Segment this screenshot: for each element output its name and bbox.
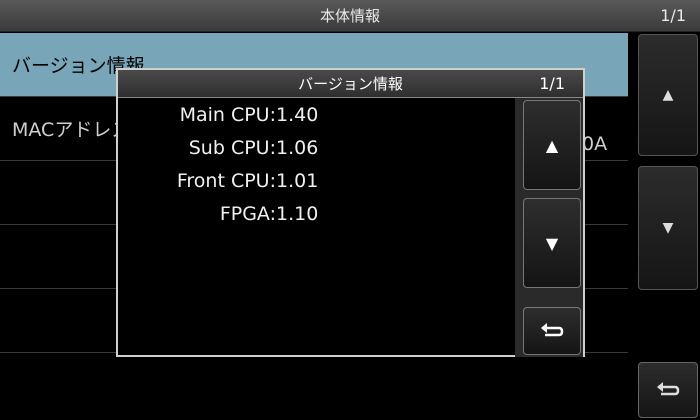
arrow-down-icon: ▼ [545,233,559,253]
version-key: Front CPU: [176,170,276,192]
version-row: FPGA: 1.10 [118,203,518,235]
dialog-back-button[interactable] [523,307,581,355]
version-row: Main CPU: 1.40 [118,104,518,136]
version-row: Front CPU: 1.01 [118,170,518,202]
arrow-down-icon: ▼ [662,220,674,236]
version-value: 1.01 [276,170,319,192]
version-value: 1.06 [276,137,319,159]
version-key: FPGA: [219,203,276,225]
list-item-label: MACアドレス [12,119,131,141]
version-info-dialog: バージョン情報 1/1 Main CPU: 1.40 Sub CPU: 1.06… [116,68,585,357]
scroll-down-button[interactable]: ▼ [638,166,698,290]
page-indicator: 1/1 [660,6,686,25]
return-icon [541,323,564,337]
dialog-title-bar: バージョン情報 1/1 [118,70,583,98]
window-title: 本体情報 [319,7,380,25]
version-value: 1.10 [276,203,319,225]
version-key: Sub CPU: [188,137,276,159]
back-button[interactable] [638,362,698,418]
title-bar: 本体情報 1/1 [0,0,700,32]
scroll-up-button[interactable]: ▲ [638,34,698,156]
version-row: Sub CPU: 1.06 [118,137,518,169]
return-icon [657,382,680,396]
dialog-scroll-up-button[interactable]: ▲ [523,100,581,190]
arrow-up-icon: ▲ [662,87,674,103]
dialog-scroll-down-button[interactable]: ▼ [523,198,581,288]
arrow-up-icon: ▲ [545,135,559,155]
version-key: Main CPU: [179,104,276,126]
version-value: 1.40 [276,104,319,126]
dialog-title: バージョン情報 [298,75,403,93]
dialog-page-indicator: 1/1 [539,74,565,93]
mac-address-value: 0A [582,133,608,155]
